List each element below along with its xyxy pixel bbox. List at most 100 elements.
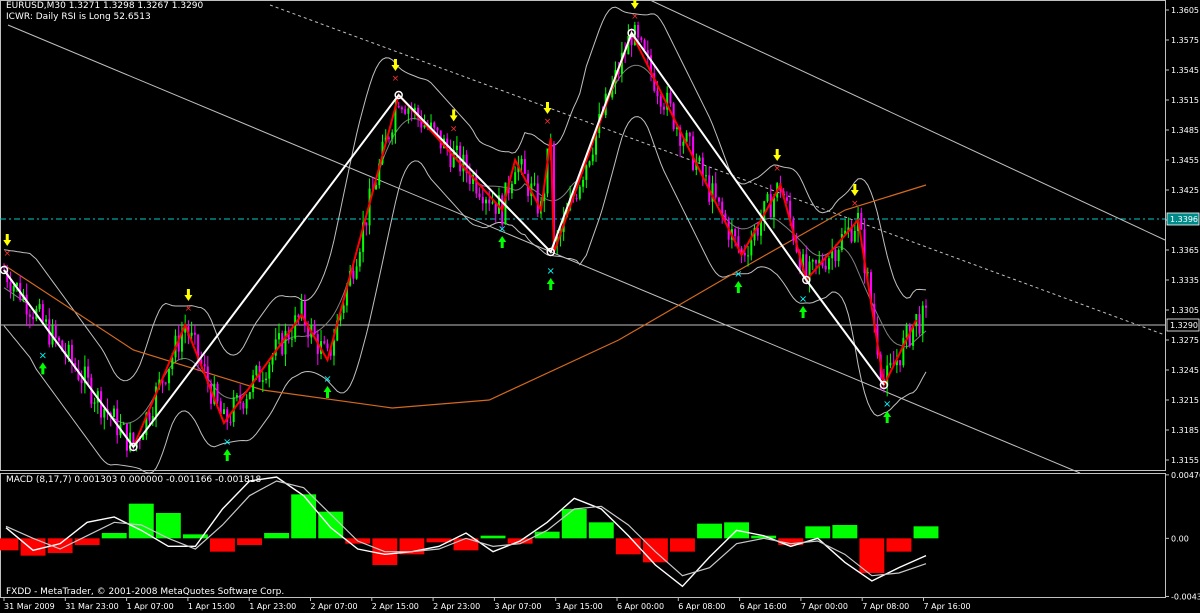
- macd-histogram-bar: [20, 538, 46, 556]
- up-arrow-icon: [498, 236, 507, 248]
- marker-x-bottom: ×: [547, 266, 555, 277]
- candle-body: [889, 362, 892, 366]
- candle-body: [290, 338, 293, 340]
- macd-histogram-bar: [237, 538, 262, 545]
- price-tick-label: 1.3575: [1171, 36, 1199, 45]
- price-tick-label: 1.3305: [1171, 306, 1199, 315]
- macd-tick-label: -0.00436: [1171, 592, 1200, 601]
- macd-histogram-bar: [210, 538, 235, 552]
- time-tick-label: 6 Apr 16:00: [740, 602, 787, 611]
- price-tick-label: 1.3515: [1171, 96, 1199, 105]
- candle-body: [242, 402, 245, 409]
- up-arrow-icon: [223, 449, 232, 461]
- marker-x-bottom: ×: [799, 294, 807, 305]
- up-arrow-icon: [546, 278, 555, 290]
- candle-body: [261, 380, 264, 382]
- macd-histogram-bar: [128, 503, 154, 539]
- candle-body: [533, 183, 536, 185]
- candle-body: [193, 332, 196, 335]
- candle-body: [478, 193, 481, 198]
- candle-body: [25, 294, 28, 315]
- candle-body: [12, 285, 15, 292]
- channel-upper: [649, 0, 1166, 241]
- up-arrow-icon: [734, 281, 743, 293]
- macd-histogram-bar: [832, 525, 858, 539]
- marker-x-bottom: ×: [223, 437, 231, 448]
- time-tick-label: 1 Apr 07:00: [127, 602, 174, 611]
- candle-body: [514, 172, 517, 184]
- zigzag-secondary-line: [132, 30, 918, 448]
- bollinger-bands: [3, 6, 927, 474]
- candle-body: [400, 107, 403, 110]
- candle-body: [853, 231, 856, 242]
- time-tick-label: 3 Apr 07:00: [494, 602, 541, 611]
- candle-body: [585, 165, 588, 180]
- macd-histogram-bar: [886, 538, 912, 552]
- candle-body: [297, 315, 300, 317]
- candle-body: [28, 314, 31, 317]
- chart-canvas[interactable]: × × × × × × × × × × × × × × × × 1.3605 1.3575 1.3545 1.351…: [0, 0, 1200, 613]
- price-tick-label: 1.3365: [1171, 246, 1199, 255]
- candle-body: [255, 365, 258, 376]
- marker-x-bottom: ×: [883, 399, 891, 410]
- macd-histogram-bar: [561, 509, 587, 539]
- macd-histogram-bar: [615, 538, 641, 555]
- time-axis: 31 Mar 2009 31 Mar 23:00 1 Apr 07:00 1 Apr …: [3, 597, 971, 611]
- price-tick-label: 1.3245: [1171, 366, 1199, 375]
- candle-body: [662, 106, 665, 110]
- candle-body: [785, 197, 788, 201]
- candle-body: [747, 255, 750, 257]
- time-tick-label: 7 Apr 08:00: [862, 602, 909, 611]
- candle-body: [510, 183, 513, 194]
- candle-body: [404, 109, 407, 114]
- candle-body: [190, 332, 193, 336]
- candle-body: [45, 319, 48, 322]
- time-tick-label: 31 Mar 23:00: [65, 602, 118, 611]
- candle-body: [80, 379, 83, 384]
- candle-body: [391, 132, 394, 139]
- macd-histogram-bar: [480, 535, 506, 539]
- channel-middle: [269, 4, 1166, 336]
- candle-body: [284, 330, 287, 355]
- candle-body: [248, 392, 251, 399]
- macd-histogram-bar: [291, 494, 317, 539]
- candle-body: [743, 253, 746, 256]
- candle-body: [355, 266, 358, 279]
- candle-body: [475, 174, 478, 194]
- time-tick-label: 6 Apr 08:00: [678, 602, 725, 611]
- up-arrow-icon: [323, 386, 332, 398]
- marker-x-bottom: ×: [39, 350, 47, 361]
- candle-body: [342, 305, 345, 313]
- candlesticks: [3, 21, 927, 458]
- price-panel-border: [0, 0, 1166, 471]
- candle-body: [918, 314, 921, 334]
- candle-body: [352, 270, 355, 279]
- price-tick-label: 1.3275: [1171, 336, 1199, 345]
- macd-histogram-bar: [264, 533, 290, 539]
- candle-body: [824, 265, 827, 270]
- candle-body: [245, 398, 248, 409]
- candle-body: [54, 324, 57, 338]
- marker-x-top: ×: [185, 304, 193, 314]
- candle-body: [837, 250, 840, 262]
- candle-body: [433, 122, 436, 128]
- candle-body: [811, 260, 814, 262]
- candle-body: [523, 159, 526, 174]
- candle-body: [692, 136, 695, 171]
- candle-body: [772, 197, 775, 218]
- candle-body: [313, 324, 316, 335]
- candle-body: [659, 96, 662, 107]
- candle-body: [455, 145, 458, 151]
- candle-body: [488, 199, 491, 204]
- candle-body: [436, 127, 439, 131]
- candle-body: [387, 137, 390, 139]
- candle-body: [520, 159, 523, 165]
- candle-body: [575, 198, 578, 200]
- candle-body: [705, 175, 708, 177]
- candle-body: [827, 258, 830, 270]
- macd-histogram-bar: [913, 526, 939, 539]
- marker-x-bottom: ×: [734, 269, 742, 280]
- down-arrow-icon: [543, 102, 552, 114]
- time-tick-label: 7 Apr 16:00: [924, 602, 971, 611]
- candle-body: [57, 337, 60, 341]
